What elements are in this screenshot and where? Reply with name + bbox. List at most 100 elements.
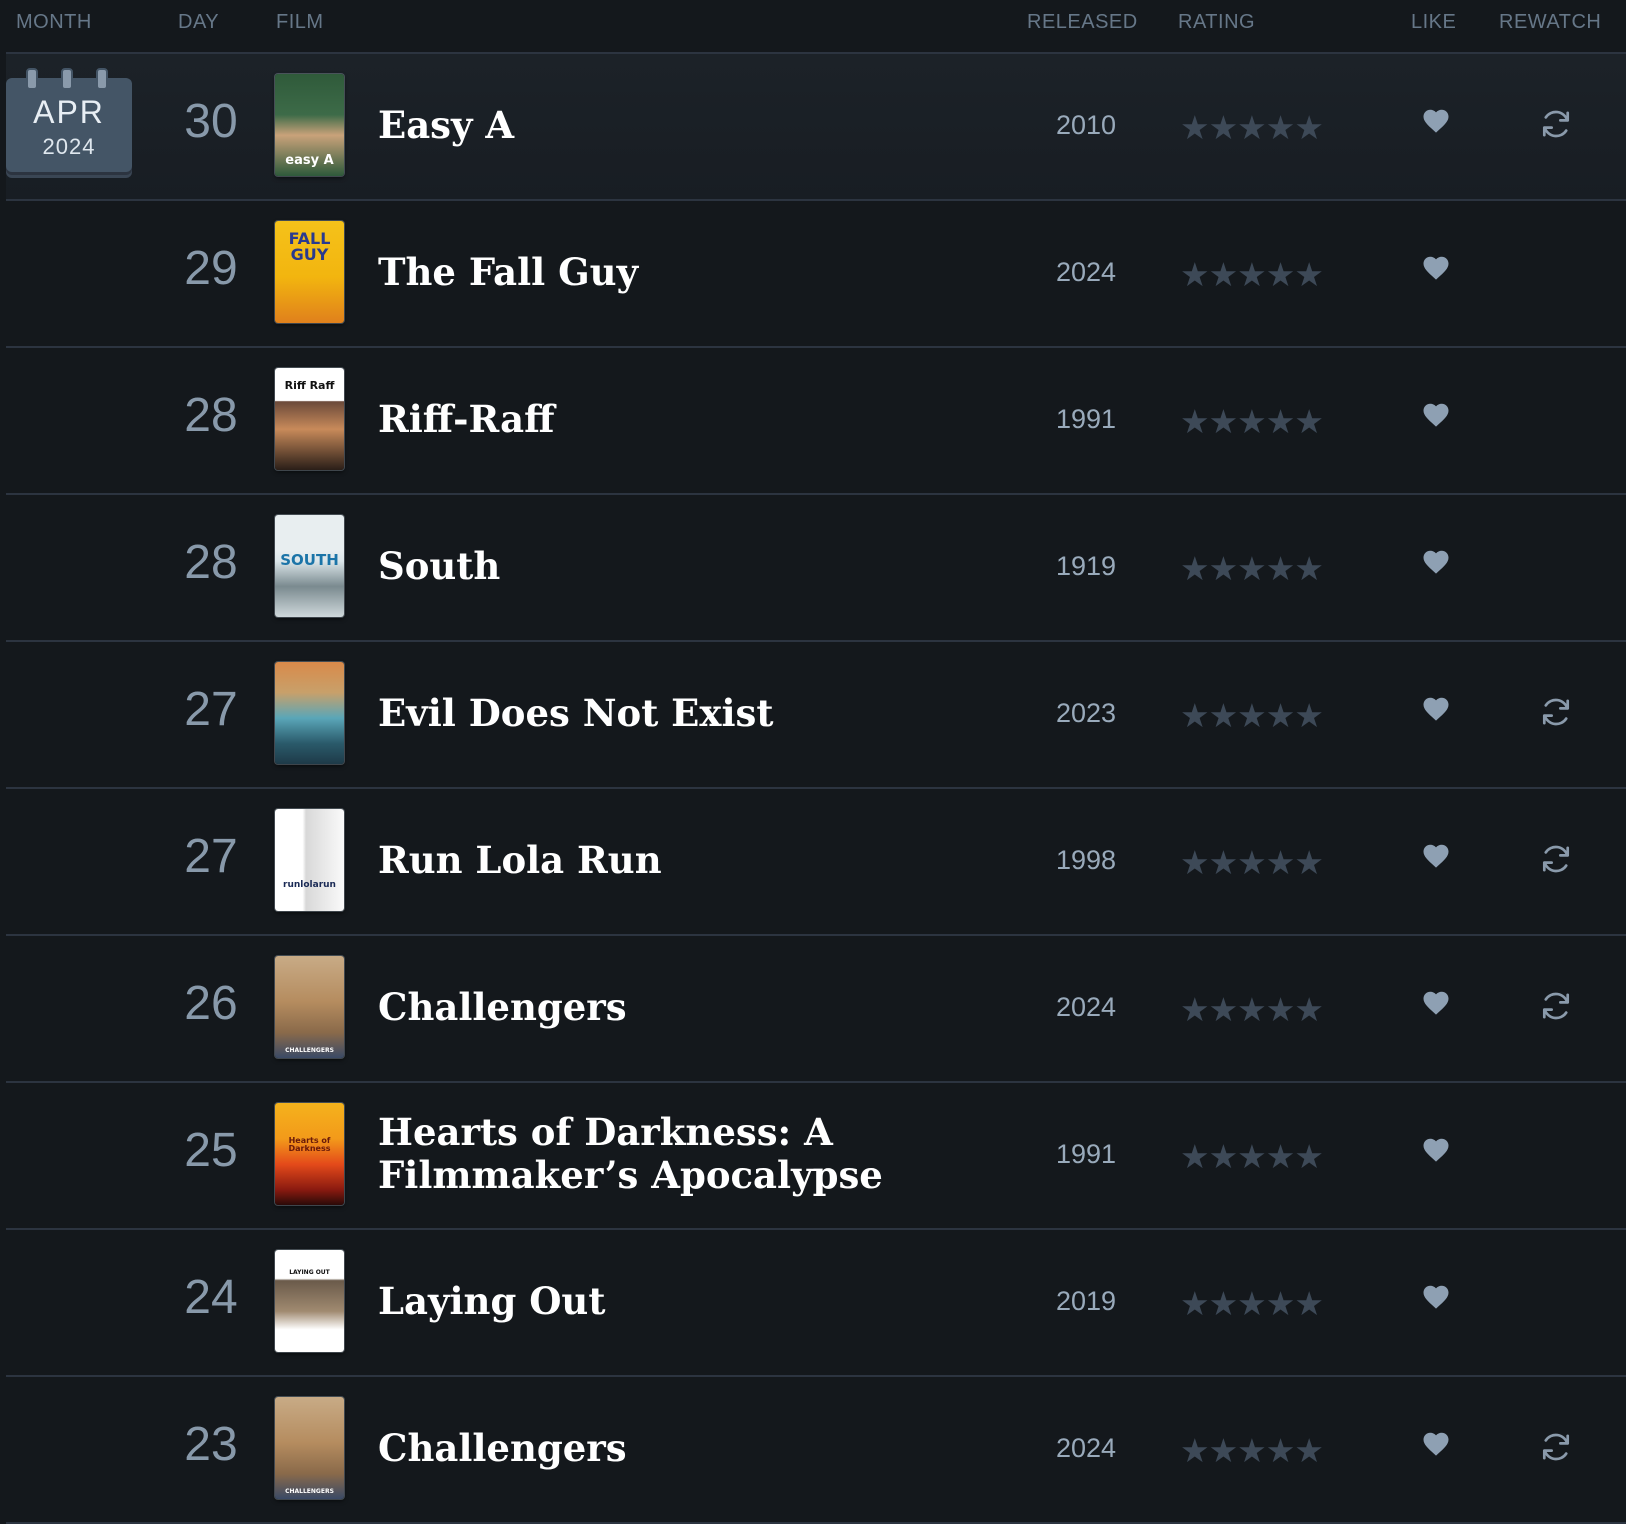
column-header-like[interactable]: LIKE <box>1411 11 1456 34</box>
calendar-ring-icon <box>61 68 73 90</box>
heart-icon[interactable] <box>1421 1429 1451 1459</box>
release-year[interactable]: 2019 <box>1026 1286 1146 1317</box>
column-header-released[interactable]: RELEASED <box>1027 11 1138 34</box>
diary-entry-row[interactable]: 23 CHALLENGERS Challengers 2024 ★★★★★ <box>6 1377 1626 1524</box>
poster-title-text: CHALLENGERS <box>285 1047 334 1054</box>
day-number[interactable]: 27 <box>166 682 256 737</box>
film-title-link[interactable]: Evil Does Not Exist <box>378 692 998 735</box>
star-rating[interactable]: ★★★★★ <box>1180 402 1324 441</box>
diary-rows: APR 2024 30 easy A Easy A 2010 ★★★★★ 29 FALL GUY… <box>6 54 1626 1524</box>
star-rating[interactable]: ★★★★★ <box>1180 990 1324 1029</box>
day-number[interactable]: 29 <box>166 241 256 296</box>
day-number[interactable]: 26 <box>166 976 256 1031</box>
film-poster[interactable]: Hearts of Darkness <box>275 1103 344 1205</box>
column-header-rewatch[interactable]: REWATCH <box>1499 11 1601 34</box>
diary-entry-row[interactable]: 29 FALL GUY The Fall Guy 2024 ★★★★★ <box>6 201 1626 348</box>
film-title-link[interactable]: The Fall Guy <box>378 251 998 294</box>
day-number[interactable]: 24 <box>166 1270 256 1325</box>
poster-title-text: CHALLENGERS <box>285 1488 334 1495</box>
poster-title-text: runlolarun <box>283 880 336 890</box>
heart-icon[interactable] <box>1421 400 1451 430</box>
rewatch-icon[interactable] <box>1538 1429 1574 1465</box>
film-poster[interactable]: SOUTH <box>275 515 344 617</box>
poster-title-text: SOUTH <box>280 551 339 569</box>
film-poster[interactable]: easy A <box>275 74 344 176</box>
star-rating[interactable]: ★★★★★ <box>1180 108 1324 147</box>
heart-icon[interactable] <box>1421 1282 1451 1312</box>
release-year[interactable]: 2024 <box>1026 257 1146 288</box>
day-number[interactable]: 30 <box>166 94 256 149</box>
diary-entry-row[interactable]: 25 Hearts of Darkness Hearts of Darkness: … <box>6 1083 1626 1230</box>
release-year[interactable]: 1919 <box>1026 551 1146 582</box>
rewatch-icon[interactable] <box>1538 694 1574 730</box>
poster-title-text: FALL GUY <box>288 229 331 264</box>
day-number[interactable]: 27 <box>166 829 256 884</box>
column-header-month[interactable]: MONTH <box>16 11 92 34</box>
film-title-link[interactable]: Challengers <box>378 986 998 1029</box>
heart-icon[interactable] <box>1421 253 1451 283</box>
release-year[interactable]: 1991 <box>1026 404 1146 435</box>
film-title-line: Filmmaker’s Apocalypse <box>378 1153 883 1197</box>
film-title-link[interactable]: Hearts of Darkness: A Filmmaker’s Apocaly… <box>378 1111 998 1197</box>
month-label: APR <box>33 94 105 130</box>
month-calendar-badge[interactable]: APR 2024 <box>6 68 132 172</box>
table-header: MONTH DAY FILM RELEASED RATING LIKE REWA… <box>6 0 1626 54</box>
release-year[interactable]: 2024 <box>1026 1433 1146 1464</box>
star-rating[interactable]: ★★★★★ <box>1180 255 1324 294</box>
day-number[interactable]: 25 <box>166 1123 256 1178</box>
heart-icon[interactable] <box>1421 547 1451 577</box>
star-rating[interactable]: ★★★★★ <box>1180 1284 1324 1323</box>
heart-icon[interactable] <box>1421 694 1451 724</box>
film-poster[interactable]: runlolarun <box>275 809 344 911</box>
calendar-ring-icon <box>26 68 38 90</box>
film-poster[interactable]: FALL GUY <box>275 221 344 323</box>
heart-icon[interactable] <box>1421 841 1451 871</box>
calendar-ring-icon <box>96 68 108 90</box>
film-title-link[interactable]: Riff-Raff <box>378 398 998 441</box>
film-title-link[interactable]: Run Lola Run <box>378 839 998 882</box>
release-year[interactable]: 2023 <box>1026 698 1146 729</box>
diary-entry-row[interactable]: 28 SOUTH South 1919 ★★★★★ <box>6 495 1626 642</box>
poster-title-text: Riff Raff <box>284 379 335 392</box>
poster-title-text: Hearts of Darkness <box>288 1136 331 1153</box>
star-rating[interactable]: ★★★★★ <box>1180 1431 1324 1470</box>
day-number[interactable]: 23 <box>166 1417 256 1472</box>
diary-table: MONTH DAY FILM RELEASED RATING LIKE REWA… <box>6 0 1626 1524</box>
release-year[interactable]: 1998 <box>1026 845 1146 876</box>
column-header-rating[interactable]: RATING <box>1178 11 1255 34</box>
star-rating[interactable]: ★★★★★ <box>1180 843 1324 882</box>
heart-icon[interactable] <box>1421 106 1451 136</box>
diary-entry-row[interactable]: APR 2024 30 easy A Easy A 2010 ★★★★★ <box>6 54 1626 201</box>
diary-entry-row[interactable]: 26 CHALLENGERS Challengers 2024 ★★★★★ <box>6 936 1626 1083</box>
rewatch-icon[interactable] <box>1538 841 1574 877</box>
day-number[interactable]: 28 <box>166 388 256 443</box>
rewatch-icon[interactable] <box>1538 106 1574 142</box>
heart-icon[interactable] <box>1421 988 1451 1018</box>
rewatch-icon[interactable] <box>1538 988 1574 1024</box>
film-poster[interactable] <box>275 662 344 764</box>
diary-entry-row[interactable]: 24 LAYING OUT Laying Out 2019 ★★★★★ <box>6 1230 1626 1377</box>
film-title-link[interactable]: South <box>378 545 998 588</box>
diary-entry-row[interactable]: 27 runlolarun Run Lola Run 1998 ★★★★★ <box>6 789 1626 936</box>
film-poster[interactable]: Riff Raff <box>275 368 344 470</box>
star-rating[interactable]: ★★★★★ <box>1180 696 1324 735</box>
star-rating[interactable]: ★★★★★ <box>1180 1137 1324 1176</box>
release-year[interactable]: 2010 <box>1026 110 1146 141</box>
star-rating[interactable]: ★★★★★ <box>1180 549 1324 588</box>
film-title-link[interactable]: Easy A <box>378 104 998 147</box>
film-poster[interactable]: LAYING OUT <box>275 1250 344 1352</box>
column-header-film[interactable]: FILM <box>276 11 324 34</box>
diary-entry-row[interactable]: 28 Riff Raff Riff-Raff 1991 ★★★★★ <box>6 348 1626 495</box>
poster-title-text: easy A <box>285 153 334 168</box>
film-poster[interactable]: CHALLENGERS <box>275 956 344 1058</box>
film-title-link[interactable]: Challengers <box>378 1427 998 1470</box>
release-year[interactable]: 1991 <box>1026 1139 1146 1170</box>
film-poster[interactable]: CHALLENGERS <box>275 1397 344 1499</box>
release-year[interactable]: 2024 <box>1026 992 1146 1023</box>
diary-entry-row[interactable]: 27 Evil Does Not Exist 2023 ★★★★★ <box>6 642 1626 789</box>
poster-title-text: LAYING OUT <box>289 1269 330 1276</box>
column-header-day[interactable]: DAY <box>178 11 219 34</box>
day-number[interactable]: 28 <box>166 535 256 590</box>
film-title-link[interactable]: Laying Out <box>378 1280 998 1323</box>
heart-icon[interactable] <box>1421 1135 1451 1165</box>
